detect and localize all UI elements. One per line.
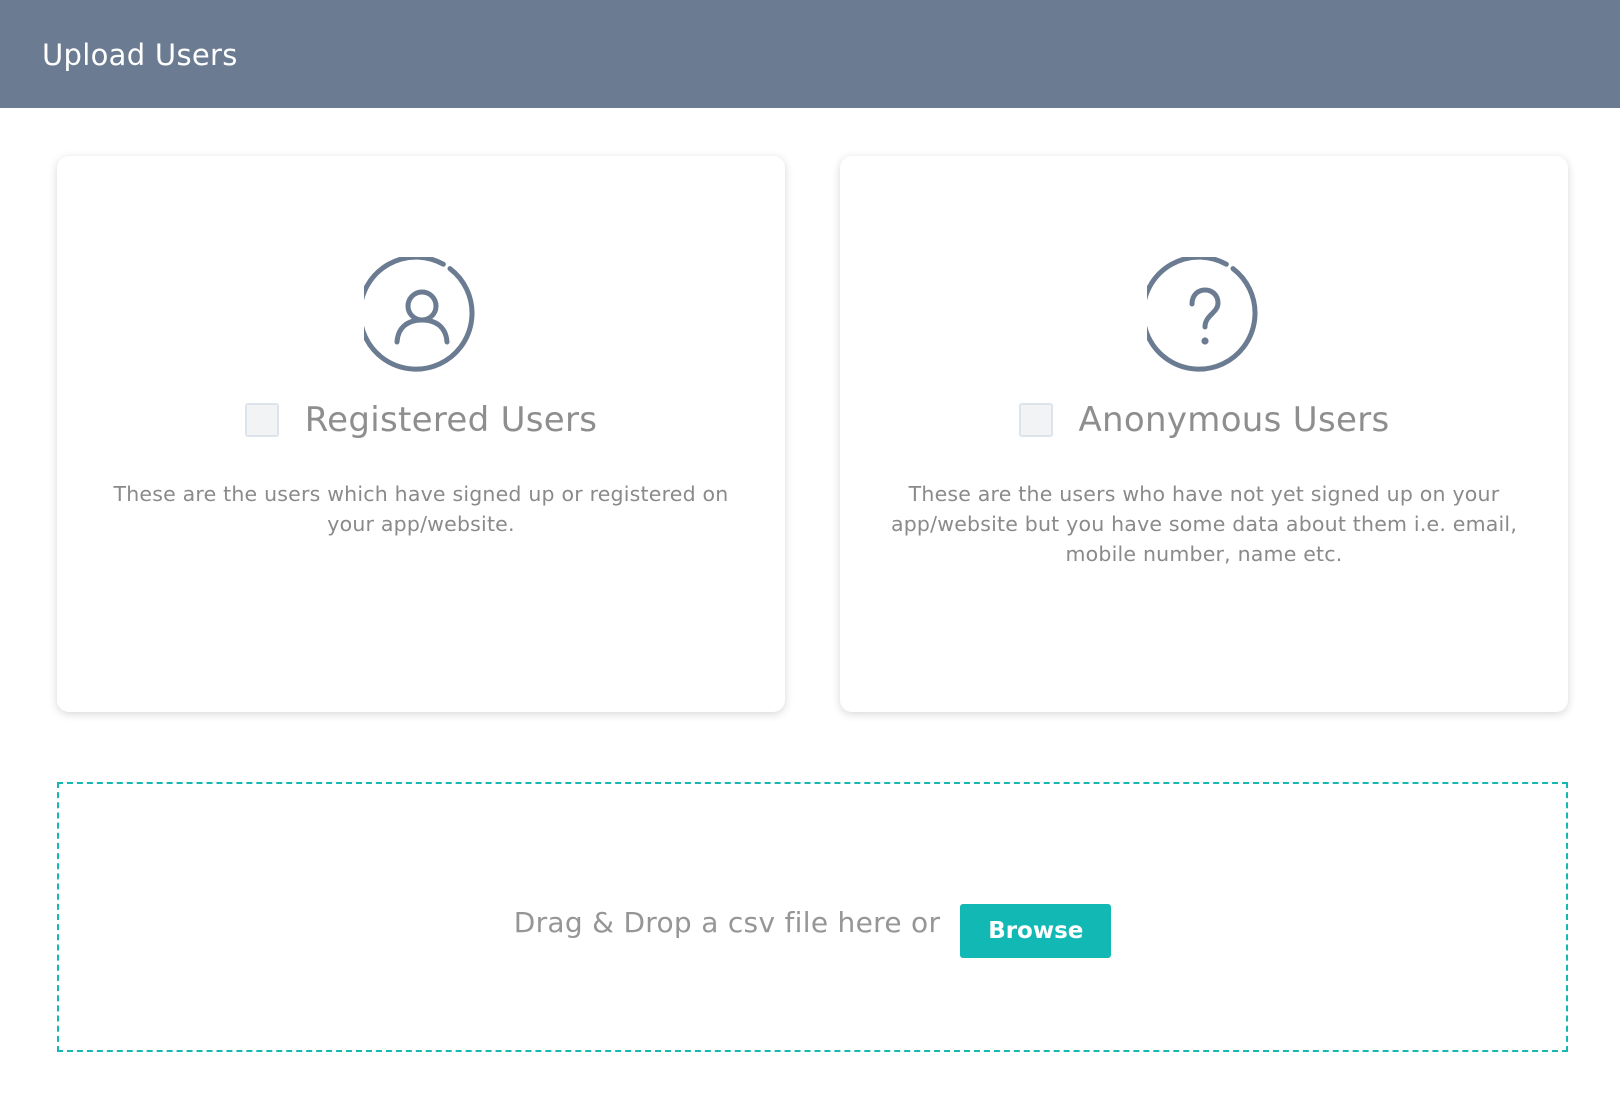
registered-users-card[interactable]: Registered Users These are the users whi… xyxy=(57,156,785,712)
dropzone-row: Drag & Drop a csv file here or Browse xyxy=(59,894,1566,958)
csv-dropzone[interactable]: Drag & Drop a csv file here or Browse xyxy=(57,782,1568,1052)
registered-users-heading: Registered Users xyxy=(57,400,785,440)
registered-users-checkbox[interactable] xyxy=(244,403,279,437)
dropzone-instruction: Drag & Drop a csv file here or xyxy=(513,905,941,939)
anonymous-users-title: Anonymous Users xyxy=(1078,400,1390,440)
anonymous-users-description: These are the users who have not yet sig… xyxy=(890,482,1518,566)
page-header: Upload Users xyxy=(0,0,1620,108)
user-circle-icon xyxy=(364,257,480,373)
question-circle-icon xyxy=(1147,257,1263,373)
registered-users-description: These are the users which have signed up… xyxy=(113,482,729,536)
anonymous-users-heading: Anonymous Users xyxy=(840,400,1568,440)
registered-users-title: Registered Users xyxy=(304,400,598,440)
page-title: Upload Users xyxy=(42,38,238,72)
anonymous-users-checkbox[interactable] xyxy=(1018,403,1053,437)
anonymous-users-card[interactable]: Anonymous Users These are the users who … xyxy=(840,156,1568,712)
browse-button[interactable]: Browse xyxy=(960,904,1112,958)
